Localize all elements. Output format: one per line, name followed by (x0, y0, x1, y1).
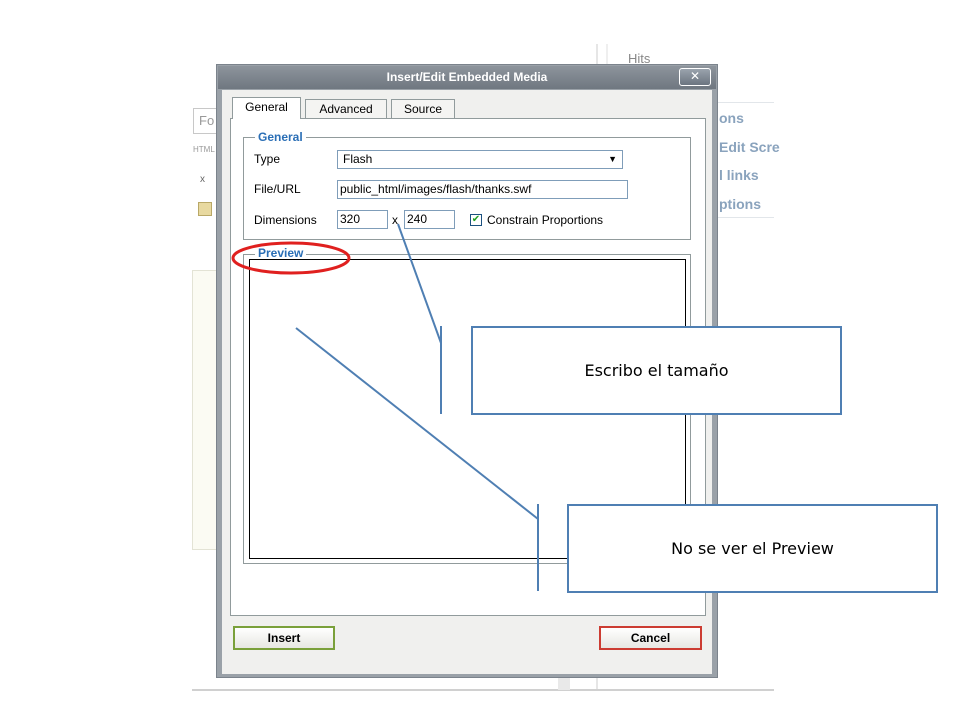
callout-preview: No se ver el Preview (567, 504, 938, 593)
size-pointer-line (397, 223, 442, 344)
preview-highlight-ellipse (231, 241, 351, 275)
callout-size: Escribo el tamaño (471, 326, 842, 415)
callout-preview-text: No se ver el Preview (671, 539, 834, 558)
callout-size-text: Escribo el tamaño (584, 361, 729, 380)
